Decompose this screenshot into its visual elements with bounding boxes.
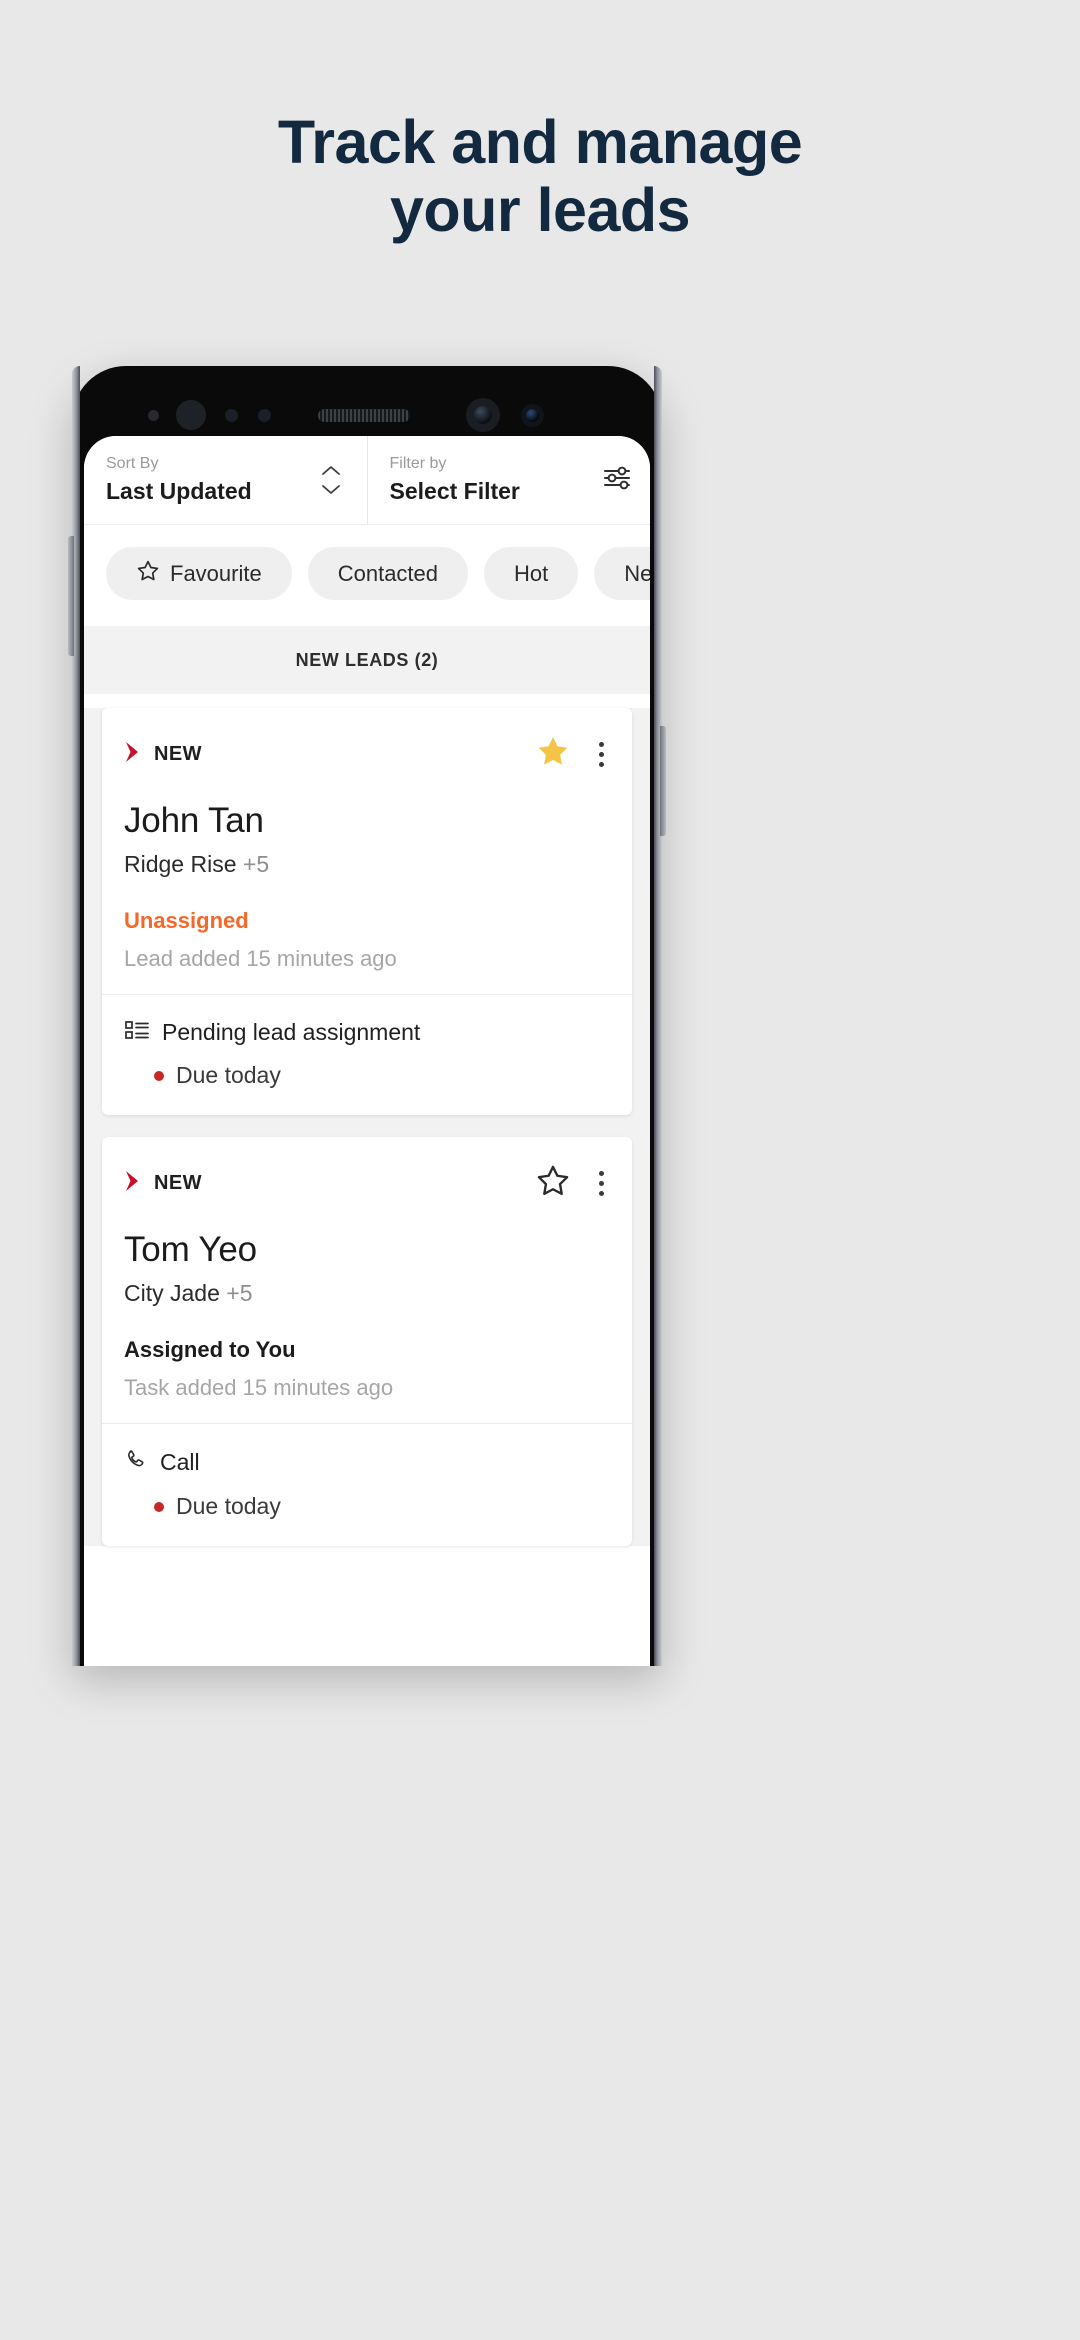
promo-screenshot: Track and manage your leads Sort By Last…: [0, 0, 1080, 2340]
chip-favourite[interactable]: Favourite: [106, 547, 292, 600]
lead-name: John Tan: [124, 801, 264, 840]
filter-by-control[interactable]: Filter by Select Filter: [366, 436, 651, 524]
new-badge-label: NEW: [154, 743, 202, 765]
star-outline-icon: [136, 559, 160, 589]
sort-by-label: Sort By: [106, 455, 159, 473]
task-due: Due today: [176, 1062, 281, 1088]
list-assignment-icon: [124, 1019, 150, 1046]
page-title-line-1: Track and manage: [277, 108, 803, 176]
due-dot-icon: [154, 1070, 164, 1081]
phone-edge-right: [654, 366, 662, 1666]
lead-card[interactable]: NEW Tom Yeo City Jade +5 Assigned to You…: [102, 1137, 632, 1546]
lead-meta: Lead added 15 minutes ago: [124, 946, 397, 971]
app-screen: Sort By Last Updated Filter by Select Fi…: [84, 436, 650, 1666]
red-chevron-icon: [124, 741, 142, 768]
phone-mockup: Sort By Last Updated Filter by Select Fi…: [68, 366, 666, 1666]
light-sensor-icon: [225, 409, 238, 422]
chip-negotiating[interactable]: Negotia: [594, 547, 650, 600]
earpiece-speaker-icon: [318, 409, 410, 422]
volume-button[interactable]: [68, 536, 74, 656]
lead-card[interactable]: NEW John Tan Ridge Rise +5 Unassigned Le…: [102, 708, 632, 1115]
lead-property-extra: +5: [242, 851, 270, 877]
new-badge-label: NEW: [154, 1172, 202, 1194]
lead-property-name: Ridge Rise: [124, 851, 237, 877]
chip-label: Contacted: [337, 560, 439, 586]
chevron-up-down-icon[interactable]: [319, 465, 343, 495]
lead-list: NEW John Tan Ridge Rise +5 Unassigned Le…: [84, 708, 650, 1546]
sort-by-control[interactable]: Sort By Last Updated: [84, 436, 367, 524]
lead-property: Ridge Rise +5: [124, 851, 610, 878]
filter-sliders-icon[interactable]: [602, 465, 632, 496]
lead-status: Unassigned: [124, 908, 249, 933]
sort-by-value: Last Updated: [106, 477, 252, 504]
task-due: Due today: [176, 1493, 281, 1519]
proximity-sensor-icon: [176, 400, 206, 430]
page-title: Track and manage your leads: [0, 108, 1080, 245]
chip-label: Hot: [514, 560, 549, 586]
secondary-camera-icon: [521, 404, 544, 427]
lead-property-name: City Jade: [124, 1280, 220, 1306]
iris-sensor-icon: [258, 409, 271, 422]
chip-label: Negotia: [624, 560, 650, 586]
filter-chip-row[interactable]: Favourite Contacted Hot Negotia: [84, 525, 650, 626]
star-filled-icon[interactable]: [535, 734, 571, 775]
lead-property: City Jade +5: [124, 1280, 610, 1307]
phone-sensor-strip: [72, 388, 662, 442]
new-badge: NEW: [124, 741, 202, 768]
task-label: Call: [160, 1449, 200, 1475]
lead-name: Tom Yeo: [124, 1230, 257, 1269]
chip-label: Favourite: [170, 560, 262, 586]
power-button[interactable]: [660, 726, 666, 836]
kebab-menu-icon[interactable]: [593, 1167, 610, 1200]
red-chevron-icon: [124, 1170, 142, 1197]
lead-status: Assigned to You: [124, 1337, 296, 1362]
kebab-menu-icon[interactable]: [593, 738, 610, 771]
sort-filter-bar: Sort By Last Updated Filter by Select Fi…: [84, 436, 650, 524]
new-badge: NEW: [124, 1170, 202, 1197]
section-header-new-leads: NEW LEADS (2): [84, 626, 650, 694]
sensor-dot-icon: [148, 410, 159, 421]
front-camera-icon: [466, 398, 500, 432]
due-dot-icon: [154, 1501, 164, 1512]
filter-by-label: Filter by: [389, 455, 447, 473]
filter-by-value: Select Filter: [389, 477, 520, 504]
phone-call-icon: [124, 1448, 148, 1477]
star-outline-icon[interactable]: [535, 1163, 571, 1204]
chip-hot[interactable]: Hot: [484, 547, 579, 600]
page-title-line-2: your leads: [389, 176, 691, 245]
lead-meta: Task added 15 minutes ago: [124, 1375, 394, 1400]
lead-property-extra: +5: [226, 1280, 253, 1306]
chip-contacted[interactable]: Contacted: [307, 547, 469, 600]
task-label: Pending lead assignment: [162, 1019, 421, 1045]
